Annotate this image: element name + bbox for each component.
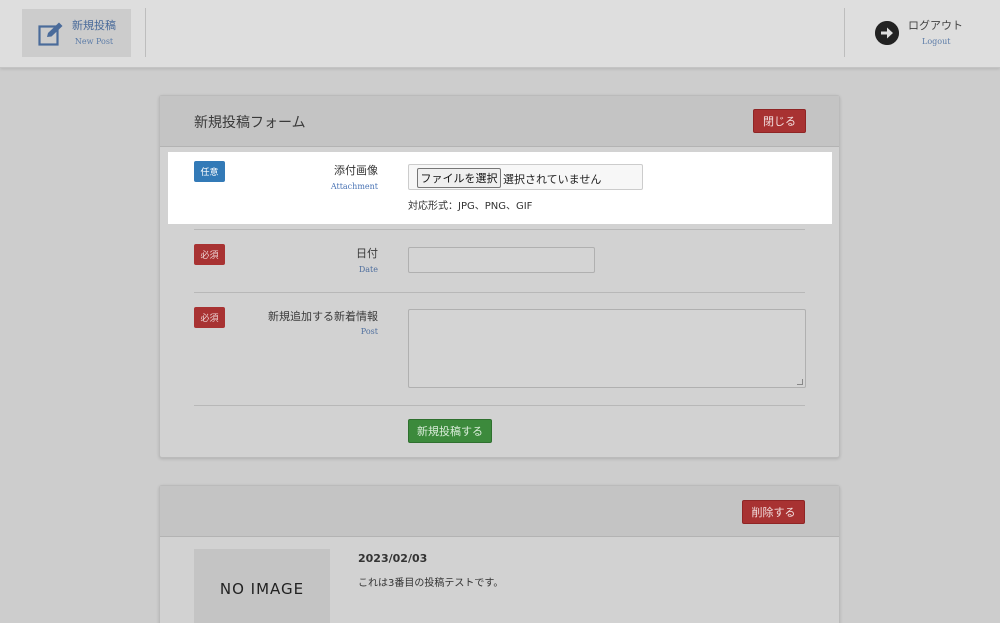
required-badge: 必須 — [194, 244, 225, 265]
divider — [194, 405, 805, 406]
attachment-label: 添付画像 — [334, 164, 378, 177]
date-label: 日付 — [356, 247, 378, 260]
new-post-label: 新規投稿 — [72, 19, 116, 32]
post-textarea[interactable] — [408, 309, 806, 388]
divider — [194, 292, 805, 293]
new-post-sublabel: New Post — [74, 37, 114, 46]
new-post-button[interactable]: 新規投稿 New Post — [22, 9, 131, 57]
date-input[interactable] — [408, 247, 595, 273]
required-badge: 必須 — [194, 307, 225, 328]
delete-button[interactable]: 削除する — [742, 500, 805, 524]
resize-handle[interactable] — [797, 379, 803, 385]
date-sublabel: Date — [358, 265, 378, 274]
post-text: これは3番目の投稿テストです。 — [358, 578, 504, 589]
divider — [194, 229, 805, 230]
close-button[interactable]: 閉じる — [753, 109, 806, 133]
post-label: 新規追加する新着情報 — [268, 310, 378, 323]
post-date: 2023/02/03 — [358, 552, 428, 565]
post-image-placeholder: NO IMAGE — [194, 549, 330, 623]
post-sublabel: Post — [360, 327, 378, 336]
file-status: 選択されていません — [503, 173, 602, 186]
logout-sublabel: Logout — [922, 37, 951, 46]
header-divider — [844, 8, 845, 57]
file-format-hint: 対応形式：JPG、PNG、GIF — [408, 201, 533, 212]
logout-label: ログアウト — [908, 19, 963, 32]
new-post-form-panel: 新規投稿フォーム 閉じる — [159, 95, 840, 458]
arrow-right-circle-icon — [875, 21, 899, 45]
logout-button[interactable]: ログアウト Logout — [870, 14, 980, 54]
header-divider — [145, 8, 146, 57]
file-input[interactable]: ファイルを選択 選択されていません — [408, 164, 643, 190]
submit-button[interactable]: 新規投稿する — [408, 419, 492, 443]
choose-file-button[interactable]: ファイルを選択 — [417, 168, 501, 188]
top-header: 新規投稿 New Post ログアウト Logout — [0, 0, 1000, 68]
post-item-header: 削除する — [160, 486, 839, 537]
edit-icon — [38, 22, 63, 46]
optional-badge: 任意 — [194, 161, 225, 182]
form-title: 新規投稿フォーム — [194, 115, 306, 131]
attachment-sublabel: Attachment — [330, 182, 378, 191]
form-panel-header: 新規投稿フォーム 閉じる — [160, 96, 839, 147]
